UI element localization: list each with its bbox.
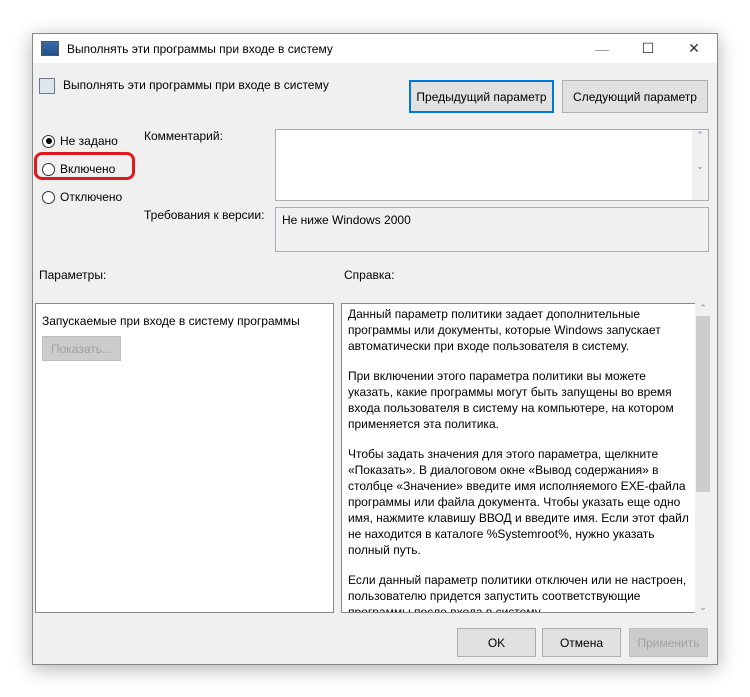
version-value: Не ниже Windows 2000: [282, 213, 411, 227]
help-scrollbar[interactable]: ⌃ ⌄: [695, 303, 711, 613]
help-label: Справка:: [344, 268, 395, 282]
cancel-button[interactable]: Отмена: [542, 628, 621, 657]
radio-label: Включено: [60, 162, 116, 176]
app-icon: [41, 41, 59, 56]
radio-label: Отключено: [60, 190, 123, 204]
radio-unselected-icon: [42, 162, 55, 176]
apply-button[interactable]: Применить: [629, 628, 708, 657]
radio-selected-icon: [42, 134, 55, 148]
help-paragraph: Чтобы задать значения для этого параметр…: [348, 447, 689, 557]
help-paragraph: Если данный параметр политики отключен и…: [348, 573, 687, 613]
title-bar[interactable]: Выполнять эти программы при входе в сист…: [33, 34, 717, 63]
scroll-down-icon[interactable]: ⌄: [695, 602, 711, 613]
help-panel: Данный параметр политики задает дополнит…: [341, 303, 697, 613]
policy-icon: [39, 78, 55, 94]
show-button[interactable]: Показать...: [42, 336, 121, 361]
radio-label: Не задано: [60, 134, 118, 148]
radio-not-configured[interactable]: Не задано: [42, 134, 118, 148]
scroll-thumb[interactable]: [696, 316, 710, 492]
version-field: Не ниже Windows 2000: [275, 207, 709, 252]
radio-enabled[interactable]: Включено: [42, 162, 115, 176]
params-panel: Запускаемые при входе в систему программ…: [35, 303, 334, 613]
radio-disabled[interactable]: Отключено: [42, 190, 122, 204]
policy-dialog: Выполнять эти программы при входе в сист…: [32, 33, 718, 665]
window-title: Выполнять эти программы при входе в сист…: [67, 41, 333, 56]
maximize-button[interactable]: ☐: [625, 34, 671, 63]
help-paragraph: При включении этого параметра политики в…: [348, 369, 674, 431]
policy-name: Выполнять эти программы при входе в сист…: [63, 78, 329, 92]
minimize-button[interactable]: —: [579, 34, 625, 63]
version-label: Требования к версии:: [144, 208, 265, 222]
radio-unselected-icon: [42, 190, 55, 204]
comment-scrollbar[interactable]: ⌃ ⌄: [692, 130, 708, 200]
comment-textarea[interactable]: ⌃ ⌄: [275, 129, 709, 201]
help-paragraph: Данный параметр политики задает дополнит…: [348, 307, 661, 353]
scroll-up-icon[interactable]: ⌃: [695, 303, 711, 314]
params-label: Параметры:: [39, 268, 107, 282]
next-setting-button[interactable]: Следующий параметр: [562, 80, 708, 113]
close-button[interactable]: ✕: [671, 34, 717, 63]
ok-button[interactable]: OK: [457, 628, 536, 657]
comment-label: Комментарий:: [144, 129, 223, 143]
params-item-label: Запускаемые при входе в систему программ…: [42, 314, 300, 328]
previous-setting-button[interactable]: Предыдущий параметр: [409, 80, 554, 113]
